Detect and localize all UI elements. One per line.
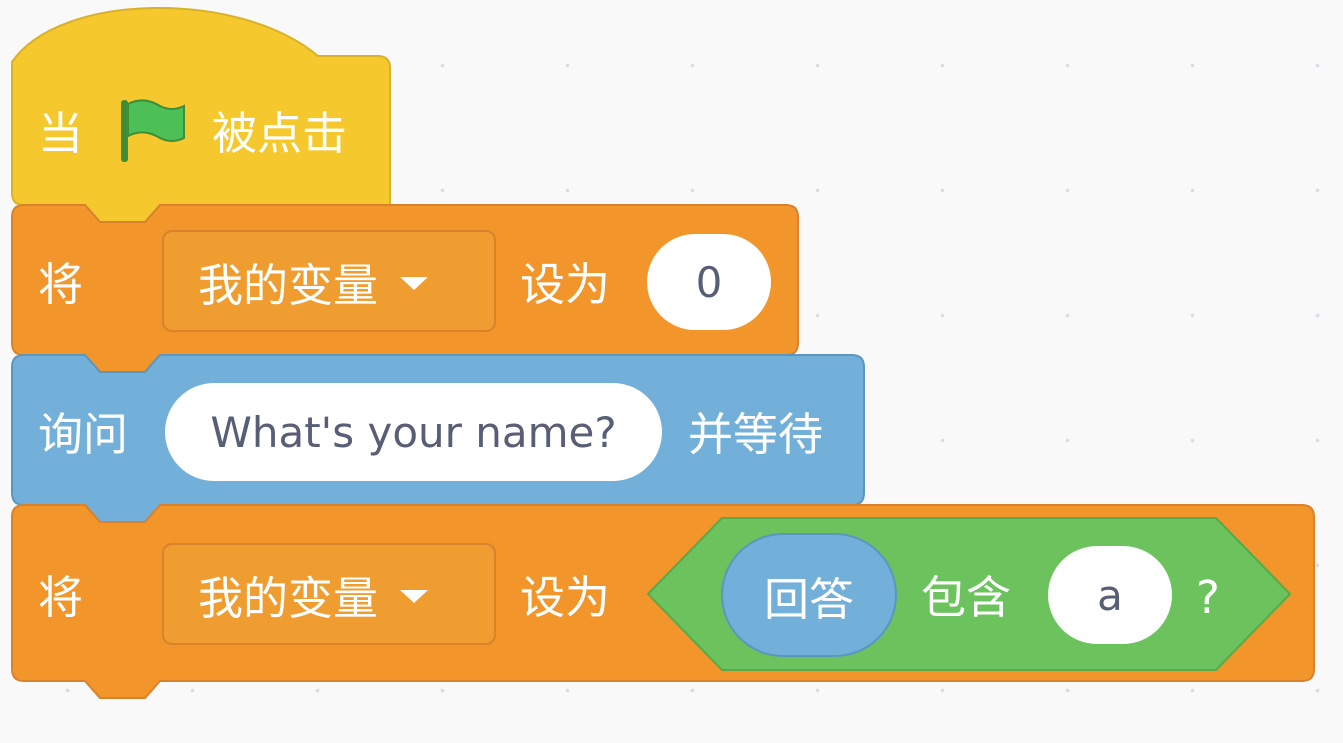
variable-dropdown-2[interactable]: 我的变量 <box>162 543 496 645</box>
ask-suffix-label: 并等待 <box>688 408 824 461</box>
code-area[interactable]: 当 被点击 将 我的变量 设为 0 询问 What's your name? 并… <box>0 0 1343 743</box>
dropdown-arrow-icon <box>400 589 429 603</box>
question-mark-label: ? <box>1196 571 1220 624</box>
variable-dropdown-label-2: 我的变量 <box>198 571 379 625</box>
variable-dropdown[interactable]: 我的变量 <box>162 230 496 332</box>
set-prefix-label-2: 将 <box>38 571 84 624</box>
green-flag-icon <box>118 98 188 164</box>
set-value-input[interactable]: 0 <box>647 234 771 330</box>
set-to-label: 设为 <box>520 258 611 311</box>
contains-label: 包含 <box>921 571 1012 624</box>
variable-dropdown-label: 我的变量 <box>198 258 379 312</box>
ask-prefix-label: 询问 <box>38 408 129 461</box>
contains-value-input[interactable]: a <box>1048 546 1172 644</box>
answer-reporter[interactable]: 回答 <box>721 533 897 657</box>
hat-prefix-label: 当 <box>38 107 84 160</box>
question-input[interactable]: What's your name? <box>165 383 662 481</box>
dropdown-arrow-icon <box>400 276 429 290</box>
set-prefix-label: 将 <box>38 258 84 311</box>
set-to-label-2: 设为 <box>520 571 611 624</box>
hat-suffix-label: 被点击 <box>212 107 348 160</box>
